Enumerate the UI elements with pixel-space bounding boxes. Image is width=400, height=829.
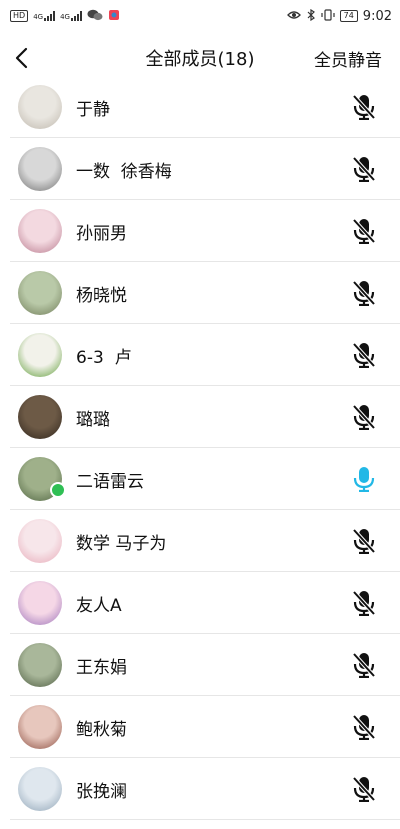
eye-icon xyxy=(286,9,301,23)
member-row[interactable]: 鲍秋菊 xyxy=(0,696,400,758)
member-row[interactable]: 一数 徐香梅 xyxy=(0,138,400,200)
mic-muted-button[interactable] xyxy=(344,273,384,313)
member-name: 王东娟 xyxy=(76,657,127,678)
member-list: 于静 一数 徐香梅 孙丽男 杨晓悦 6-3 卢 璐璐 二语雷云 数学 马子为 友… xyxy=(0,76,400,820)
mic-muted-button[interactable] xyxy=(344,707,384,747)
mic-muted-button[interactable] xyxy=(344,769,384,809)
microphone-muted-icon xyxy=(352,528,376,554)
signal-icon: 4G xyxy=(33,11,56,21)
microphone-muted-icon xyxy=(352,156,376,182)
microphone-muted-icon xyxy=(352,590,376,616)
back-arrow-icon xyxy=(15,47,28,69)
member-name: 数学 马子为 xyxy=(76,533,167,554)
mic-muted-button[interactable] xyxy=(344,211,384,251)
app-notification-icon xyxy=(108,9,120,24)
member-name: 一数 徐香梅 xyxy=(76,161,172,182)
vibrate-icon xyxy=(321,8,335,24)
avatar[interactable] xyxy=(18,643,62,687)
member-name: 孙丽男 xyxy=(76,223,127,244)
member-row[interactable]: 张挽澜 xyxy=(0,758,400,820)
signal-icon-2: 4G xyxy=(60,11,82,21)
member-name: 6-3 卢 xyxy=(76,347,132,368)
mute-all-button[interactable]: 全员静音 xyxy=(314,46,382,71)
hd-indicator: HD xyxy=(10,10,29,22)
mic-muted-button[interactable] xyxy=(344,149,384,189)
microphone-muted-icon xyxy=(352,342,376,368)
microphone-muted-icon xyxy=(352,280,376,306)
avatar[interactable] xyxy=(18,519,62,563)
microphone-muted-icon xyxy=(352,218,376,244)
bluetooth-icon xyxy=(306,8,316,24)
member-name: 友人A xyxy=(76,595,122,616)
avatar[interactable] xyxy=(18,767,62,811)
member-row[interactable]: 王东娟 xyxy=(0,634,400,696)
clock: 9:02 xyxy=(362,8,392,24)
mic-muted-button[interactable] xyxy=(344,87,384,127)
member-row[interactable]: 于静 xyxy=(0,76,400,138)
member-name: 张挽澜 xyxy=(76,781,127,802)
microphone-muted-icon xyxy=(352,94,376,120)
member-row[interactable]: 杨晓悦 xyxy=(0,262,400,324)
member-name: 于静 xyxy=(76,99,110,120)
status-bar: HD 4G 4G 74 9:02 xyxy=(0,0,400,32)
member-row[interactable]: 数学 马子为 xyxy=(0,510,400,572)
mic-muted-button[interactable] xyxy=(344,521,384,561)
member-row[interactable]: 友人A xyxy=(0,572,400,634)
microphone-muted-icon xyxy=(352,776,376,802)
avatar[interactable] xyxy=(18,271,62,315)
avatar[interactable] xyxy=(18,209,62,253)
member-row[interactable]: 6-3 卢 xyxy=(0,324,400,386)
microphone-icon xyxy=(353,467,375,492)
network-type-1: 4G xyxy=(33,13,44,21)
avatar[interactable] xyxy=(18,333,62,377)
microphone-muted-icon xyxy=(352,652,376,678)
member-name: 鲍秋菊 xyxy=(76,719,127,740)
avatar[interactable] xyxy=(18,395,62,439)
member-row[interactable]: 二语雷云 xyxy=(0,448,400,510)
member-name: 杨晓悦 xyxy=(76,285,127,306)
avatar[interactable] xyxy=(18,85,62,129)
avatar[interactable] xyxy=(18,705,62,749)
mic-on-button[interactable] xyxy=(344,459,384,499)
member-name: 二语雷云 xyxy=(76,471,144,492)
microphone-muted-icon xyxy=(352,404,376,430)
member-row[interactable]: 孙丽男 xyxy=(0,200,400,262)
network-type-2: 4G xyxy=(60,13,70,21)
mic-muted-button[interactable] xyxy=(344,583,384,623)
member-name: 璐璐 xyxy=(76,409,110,430)
battery-indicator: 74 xyxy=(339,10,358,22)
wechat-icon xyxy=(87,9,103,24)
back-button[interactable] xyxy=(14,44,42,72)
online-badge-icon xyxy=(50,482,66,498)
avatar[interactable] xyxy=(18,581,62,625)
mic-muted-button[interactable] xyxy=(344,397,384,437)
avatar[interactable] xyxy=(18,147,62,191)
mic-muted-button[interactable] xyxy=(344,645,384,685)
mic-muted-button[interactable] xyxy=(344,335,384,375)
microphone-muted-icon xyxy=(352,714,376,740)
member-row[interactable]: 璐璐 xyxy=(0,386,400,448)
